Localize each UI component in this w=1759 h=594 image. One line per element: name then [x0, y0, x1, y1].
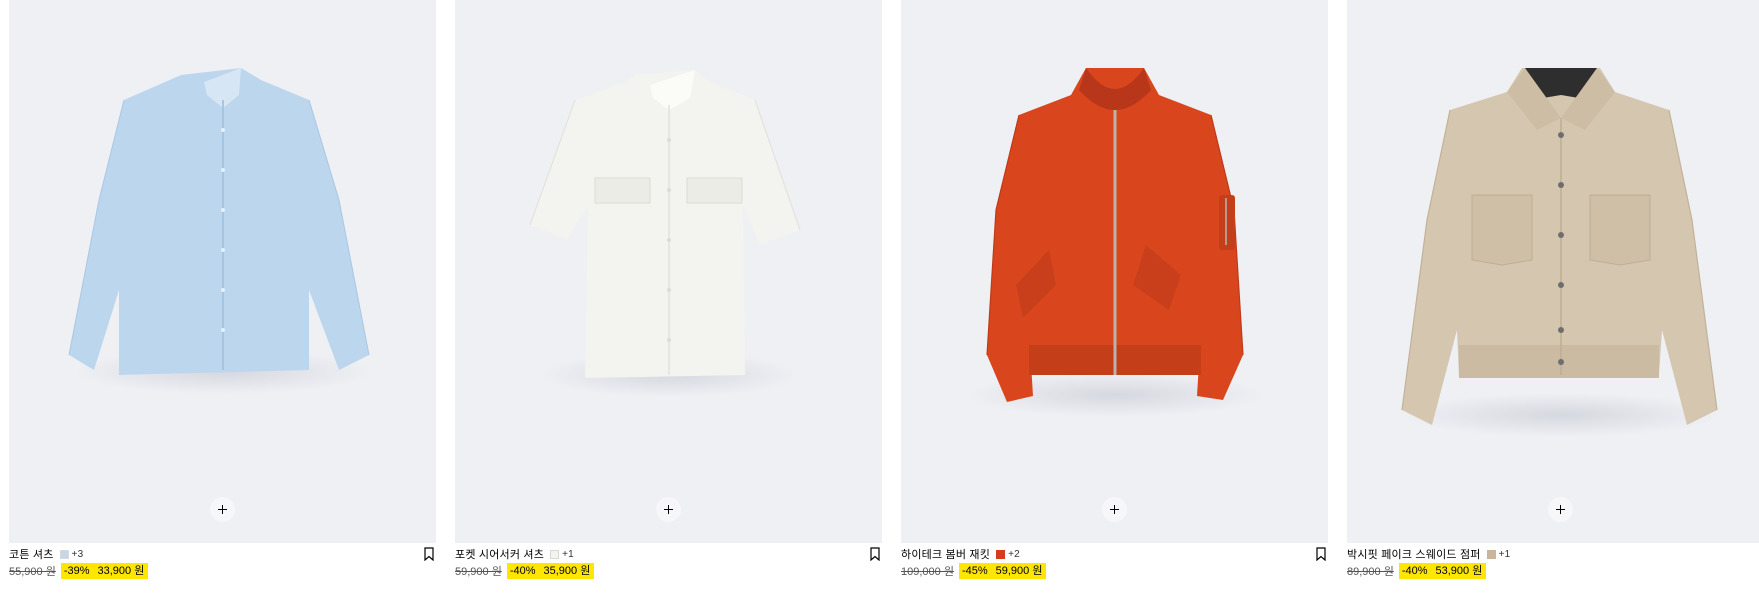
discount-badge: -40% — [1398, 563, 1436, 579]
add-to-cart-button[interactable] — [656, 497, 681, 522]
product-name[interactable]: 박시핏 페이크 스웨이드 점퍼 — [1347, 546, 1481, 562]
product-title-row: 코튼 셔츠 +3 — [9, 546, 84, 562]
light-blue-shirt-image — [68, 68, 373, 394]
orange-bomber-jacket-image — [965, 68, 1265, 417]
white-shirt-image — [529, 70, 801, 397]
original-price: 55,900 원 — [9, 566, 56, 578]
more-colors-count[interactable]: +1 — [562, 549, 574, 560]
plus-icon — [218, 505, 227, 514]
product-image[interactable] — [455, 0, 882, 543]
discount-badge: -45% — [958, 563, 996, 579]
product-name[interactable]: 포켓 시어서커 셔츠 — [455, 546, 544, 562]
price-row: 55,900 원 -39% 33,900 원 — [9, 563, 149, 579]
product-image[interactable] — [901, 0, 1328, 543]
bookmark-icon[interactable] — [423, 547, 435, 561]
plus-icon — [664, 505, 673, 514]
product-image[interactable] — [9, 0, 436, 543]
color-swatch[interactable] — [1486, 549, 1496, 559]
color-swatch[interactable] — [59, 549, 69, 559]
add-to-cart-button[interactable] — [210, 497, 235, 522]
sale-price: 35,900 원 — [543, 563, 595, 579]
color-swatch[interactable] — [550, 549, 560, 559]
product-name[interactable]: 코튼 셔츠 — [9, 546, 54, 562]
product-title-row: 하이테크 봄버 재킷 +2 — [901, 546, 1020, 562]
more-colors-count[interactable]: +2 — [1008, 549, 1020, 560]
sale-price: 53,900 원 — [1435, 563, 1487, 579]
bookmark-icon[interactable] — [1315, 547, 1327, 561]
price-row: 59,900 원 -40% 35,900 원 — [455, 563, 595, 579]
bookmark-icon[interactable] — [869, 547, 881, 561]
product-grid: 코튼 셔츠 +3 55,900 원 -39% 33,900 원 포켓 시어서커 … — [0, 0, 1759, 594]
product-card[interactable]: 포켓 시어서커 셔츠 +1 59,900 원 -40% 35,900 원 — [455, 0, 882, 594]
plus-icon — [1110, 505, 1119, 514]
beige-suede-jacket-image — [1401, 68, 1721, 437]
sale-price: 59,900 원 — [995, 563, 1047, 579]
price-row: 109,000 원 -45% 59,900 원 — [901, 563, 1047, 579]
more-colors-count[interactable]: +1 — [1499, 549, 1511, 560]
product-title-row: 포켓 시어서커 셔츠 +1 — [455, 546, 574, 562]
product-info: 박시핏 페이크 스웨이드 점퍼 +1 89,900 원 -40% 53,900 … — [1347, 543, 1759, 594]
original-price: 59,900 원 — [455, 566, 502, 578]
price-row: 89,900 원 -40% 53,900 원 — [1347, 563, 1487, 579]
color-swatch[interactable] — [996, 549, 1006, 559]
product-info: 코튼 셔츠 +3 55,900 원 -39% 33,900 원 — [9, 543, 436, 594]
product-name[interactable]: 하이테크 봄버 재킷 — [901, 546, 990, 562]
product-info: 포켓 시어서커 셔츠 +1 59,900 원 -40% 35,900 원 — [455, 543, 882, 594]
plus-icon — [1556, 505, 1565, 514]
product-card[interactable]: 코튼 셔츠 +3 55,900 원 -39% 33,900 원 — [9, 0, 436, 594]
more-colors-count[interactable]: +3 — [72, 549, 84, 560]
product-card[interactable]: 하이테크 봄버 재킷 +2 109,000 원 -45% 59,900 원 — [901, 0, 1328, 594]
product-card[interactable]: 박시핏 페이크 스웨이드 점퍼 +1 89,900 원 -40% 53,900 … — [1347, 0, 1759, 594]
product-image[interactable] — [1347, 0, 1759, 543]
sale-price: 33,900 원 — [97, 563, 149, 579]
discount-badge: -40% — [506, 563, 544, 579]
product-title-row: 박시핏 페이크 스웨이드 점퍼 +1 — [1347, 546, 1511, 562]
original-price: 89,900 원 — [1347, 566, 1394, 578]
product-info: 하이테크 봄버 재킷 +2 109,000 원 -45% 59,900 원 — [901, 543, 1328, 594]
original-price: 109,000 원 — [901, 566, 954, 578]
add-to-cart-button[interactable] — [1548, 497, 1573, 522]
discount-badge: -39% — [60, 563, 98, 579]
add-to-cart-button[interactable] — [1102, 497, 1127, 522]
